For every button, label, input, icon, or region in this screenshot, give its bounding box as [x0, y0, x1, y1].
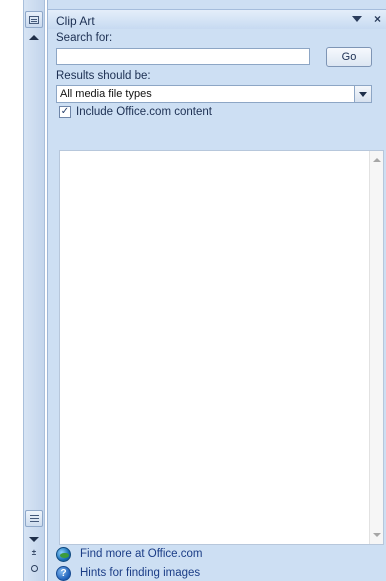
include-office-checkbox[interactable]: ✓ [59, 106, 71, 118]
browse-object-button[interactable] [25, 562, 43, 574]
arrow-down-icon [29, 536, 39, 542]
scroll-down-icon[interactable] [373, 533, 381, 537]
media-type-value: All media file types [60, 88, 152, 100]
search-input[interactable] [56, 48, 310, 65]
search-label: Search for: [56, 32, 113, 44]
browse-icon [29, 515, 39, 522]
help-icon: ? [56, 565, 71, 581]
media-type-dropdown[interactable]: All media file types [56, 85, 372, 103]
vertical-ruler [23, 0, 45, 581]
results-label: Results should be: [56, 70, 151, 82]
select-browse-object-button[interactable] [25, 510, 43, 527]
circle-icon [30, 564, 38, 572]
globe-icon [56, 546, 71, 562]
chevron-down-icon[interactable] [352, 16, 362, 22]
dropdown-arrow-button[interactable] [354, 86, 371, 102]
results-area[interactable] [59, 150, 384, 545]
document-scroll-down-button[interactable] [25, 534, 43, 544]
find-more-link[interactable]: Find more at Office.com [80, 548, 203, 560]
close-icon[interactable]: × [374, 12, 381, 26]
view-ruler-button[interactable] [25, 11, 43, 28]
hints-link[interactable]: Hints for finding images [80, 567, 200, 579]
pane-header: Clip Art × [48, 9, 386, 29]
scroll-up-icon[interactable] [373, 158, 381, 162]
ruler-icon [29, 15, 39, 24]
hints-link-row[interactable]: ? Hints for finding images [56, 565, 200, 581]
document-scroll-up-button[interactable] [25, 29, 43, 46]
include-office-label[interactable]: Include Office.com content [76, 106, 212, 118]
previous-page-button[interactable]: ± [25, 546, 43, 558]
clip-art-pane: Clip Art × Search for: Go Results should… [47, 0, 386, 581]
arrow-up-icon [29, 35, 39, 40]
find-more-link-row[interactable]: Find more at Office.com [56, 546, 203, 562]
go-button[interactable]: Go [326, 47, 372, 67]
chevron-down-icon [359, 91, 367, 97]
results-scrollbar[interactable] [369, 151, 383, 544]
vertical-ruler-strip: ± [0, 0, 47, 581]
pane-title: Clip Art [56, 14, 95, 28]
